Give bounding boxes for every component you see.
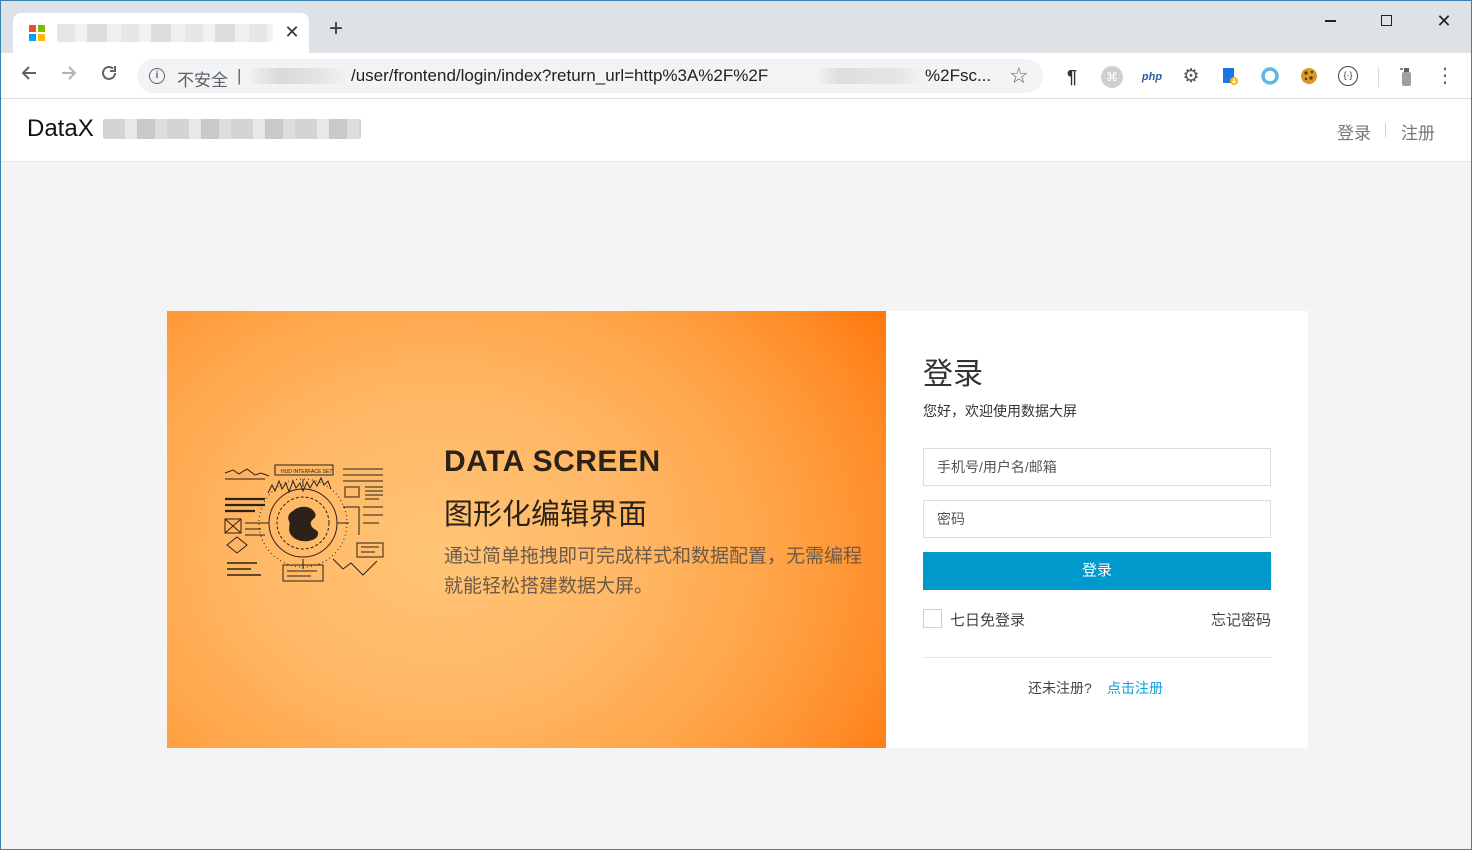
new-tab-button[interactable]: + [323, 17, 349, 43]
gear-icon[interactable]: ⚙ [1180, 66, 1202, 88]
maximize-icon [1380, 15, 1392, 27]
json-viewer-icon[interactable]: {·} [1338, 66, 1358, 86]
browser-window: ✕ + ✕ i 不安全 | /user/frontend/login/index… [0, 0, 1472, 850]
brand-logo[interactable]: DataX [27, 115, 94, 143]
login-welcome: 您好，欢迎使用数据大屏 [923, 403, 1077, 419]
toolbar-separator [1378, 67, 1379, 87]
url-tail[interactable]: %2Fsc... [925, 66, 991, 86]
header-divider [1385, 123, 1386, 137]
minimize-icon [1324, 20, 1336, 22]
banner-subtitle: 图形化编辑界面 [444, 499, 648, 531]
promo-banner: HUD INTERFACE SET DATA SCREEN 图形化编辑界面 通过… [167, 311, 886, 748]
spray-glyph-icon [1400, 68, 1411, 86]
reload-icon [102, 65, 116, 80]
ring-glyph-icon [1261, 67, 1279, 85]
tab-strip: ✕ + ✕ [1, 1, 1471, 53]
hud-interface-icon: HUD INTERFACE SET [224, 464, 384, 582]
banner-title: DATA SCREEN [444, 445, 661, 478]
no-account-text: 还未注册? [1028, 680, 1092, 696]
reload-button[interactable] [94, 61, 124, 91]
register-link[interactable]: 点击注册 [1107, 678, 1163, 698]
header-register-link[interactable]: 注册 [1401, 119, 1435, 144]
url-host-redacted [249, 68, 349, 84]
remember-me-checkbox[interactable] [923, 609, 942, 628]
address-bar[interactable]: i 不安全 | /user/frontend/login/index?retur… [137, 59, 1043, 93]
security-separator: | [237, 66, 242, 85]
forward-arrow-icon [62, 66, 77, 80]
security-status[interactable]: 不安全 [177, 66, 228, 91]
file-download-icon[interactable] [1219, 66, 1241, 88]
browser-toolbar: i 不安全 | /user/frontend/login/index?retur… [1, 53, 1471, 99]
minimize-button[interactable] [1307, 7, 1353, 35]
command-icon[interactable]: ⌘ [1101, 66, 1123, 88]
info-icon[interactable]: i [149, 68, 165, 84]
site-favicon-icon [29, 25, 45, 41]
url-param-redacted [817, 68, 923, 84]
login-divider [923, 657, 1271, 658]
tab-close-icon[interactable]: ✕ [281, 21, 303, 43]
spray-icon[interactable] [1395, 66, 1417, 88]
browser-menu-icon[interactable]: ⋮ [1435, 63, 1455, 89]
maximize-button[interactable] [1363, 7, 1409, 35]
forward-button[interactable] [54, 61, 84, 91]
hud-label: HUD INTERFACE SET [281, 469, 332, 475]
back-arrow-icon [21, 66, 36, 80]
php-icon[interactable]: php [1139, 66, 1165, 88]
brand-tagline-redacted [103, 119, 361, 139]
forgot-password-link[interactable]: 忘记密码 [1211, 609, 1271, 630]
password-input[interactable] [923, 500, 1271, 538]
window-close-button[interactable]: ✕ [1421, 7, 1467, 35]
banner-description: 通过简单拖拽即可完成样式和数据配置，无需编程就能轻松搭建数据大屏。 [444, 546, 863, 597]
back-button[interactable] [14, 61, 44, 91]
username-input[interactable] [923, 448, 1271, 486]
bookmark-star-icon[interactable]: ☆ [1009, 63, 1029, 89]
header-login-link[interactable]: 登录 [1337, 119, 1371, 144]
paragraph-icon[interactable]: ¶ [1061, 66, 1083, 88]
cookie-glyph-icon [1301, 68, 1317, 84]
login-card: 登录 您好，欢迎使用数据大屏 登录 七日免登录 忘记密码 还未注册? 点击注册 [886, 311, 1308, 748]
remember-me-label[interactable]: 七日免登录 [950, 609, 1025, 630]
tab-title-redacted [57, 24, 273, 42]
site-header: DataX 登录 注册 [1, 99, 1471, 162]
url-path[interactable]: /user/frontend/login/index?return_url=ht… [351, 66, 768, 86]
login-title: 登录 [923, 358, 983, 391]
file-download-glyph-icon [1223, 68, 1238, 85]
cookie-icon[interactable] [1298, 66, 1320, 88]
ring-icon[interactable] [1259, 66, 1281, 88]
login-submit-button[interactable]: 登录 [923, 552, 1271, 590]
browser-tab[interactable]: ✕ [13, 13, 309, 53]
